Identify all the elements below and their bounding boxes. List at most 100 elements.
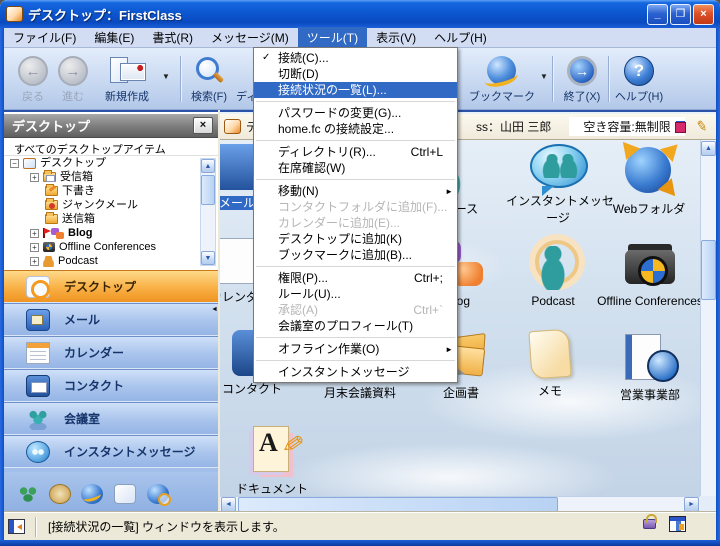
instant-message-icon	[530, 144, 588, 188]
sidebar-close-button[interactable]: ×	[193, 117, 213, 134]
collapse-toggle[interactable]: −	[10, 159, 19, 168]
horizontal-scrollbar[interactable]: ◄ ►	[220, 496, 700, 512]
expand-toggle[interactable]: +	[30, 229, 39, 238]
menu-item-change-password[interactable]: パスワードの変更(G)...	[254, 105, 457, 121]
menu-item-add-to-desktop[interactable]: デスクトップに追加(K)	[254, 231, 457, 247]
scroll-down-button[interactable]: ▼	[201, 251, 215, 265]
app-icon	[6, 6, 23, 22]
globe-mini-icon[interactable]	[81, 484, 103, 504]
expand-toggle[interactable]: +	[30, 243, 39, 252]
tree-item-offline-conferences[interactable]: + Offline Conferences	[4, 240, 218, 254]
group-mini-icon[interactable]	[17, 484, 39, 504]
menu-view[interactable]: 表示(V)	[367, 27, 425, 48]
menu-format[interactable]: 書式(R)	[143, 27, 202, 48]
tree-item-desktop[interactable]: − デスクトップ	[4, 156, 218, 170]
menu-item-offline-work[interactable]: オフライン作業(O)►	[254, 341, 457, 357]
nav-desktop[interactable]: デスクトップ	[4, 270, 218, 303]
desktop-small-icon	[224, 119, 241, 134]
memo-icon	[528, 329, 571, 380]
menu-separator	[256, 266, 455, 267]
search-button[interactable]: 検索(F)	[186, 56, 232, 104]
menu-item-rules[interactable]: ルール(U)...	[254, 286, 457, 302]
menu-item-conference-profile[interactable]: 会議室のプロフィール(T)	[254, 318, 457, 334]
menu-item-directory[interactable]: ディレクトリ(R)...Ctrl+L	[254, 144, 457, 160]
maximize-button[interactable]: ❐	[670, 4, 691, 25]
desktop-item-memo[interactable]: メモ	[495, 330, 605, 399]
window-frame-left	[0, 28, 4, 540]
tree-item-drafts[interactable]: 下書き	[4, 184, 218, 198]
edit-pencil-icon[interactable]: ✎	[695, 117, 710, 136]
sidebar-filter[interactable]: すべてのデスクトップアイテム	[4, 138, 218, 156]
nav-conferences[interactable]: 会議室	[4, 402, 218, 435]
nav-label: デスクトップ	[64, 278, 136, 295]
tree-item-sent[interactable]: 送信箱	[4, 212, 218, 226]
sidebar-collapse-arrow[interactable]: ◄	[211, 306, 218, 313]
scroll-left-button[interactable]: ◄	[221, 497, 236, 512]
expand-toggle[interactable]: +	[30, 257, 39, 266]
new-message-label: 新規作成	[96, 88, 158, 104]
menu-item-disconnect[interactable]: 切断(D)	[254, 66, 457, 82]
documents-mini-icon[interactable]	[114, 484, 136, 504]
new-message-button[interactable]: 新規作成	[96, 56, 158, 104]
stamp-mini-icon[interactable]	[49, 484, 71, 504]
bookmark-button[interactable]: ブックマーク	[468, 56, 536, 104]
scroll-thumb[interactable]	[238, 497, 558, 512]
menu-file[interactable]: ファイル(F)	[4, 27, 85, 48]
desktop-item-sales-division[interactable]: 営業事業部	[595, 330, 705, 403]
layout-icon[interactable]	[669, 516, 686, 532]
menu-help[interactable]: ヘルプ(H)	[425, 27, 496, 48]
tree-item-junk[interactable]: ジャンクメール	[4, 198, 218, 212]
nav-instant-message[interactable]: インスタントメッセージ	[4, 435, 218, 468]
menu-item-instant-message[interactable]: インスタントメッセージ	[254, 364, 457, 380]
menu-item-label: パスワードの変更(G)...	[278, 106, 401, 120]
forward-button: → 進む	[52, 56, 94, 104]
view-mode-icon[interactable]	[675, 121, 688, 133]
vertical-scrollbar[interactable]: ▲ ▼	[700, 140, 716, 512]
lock-icon	[643, 519, 656, 529]
item-label: メモ	[536, 384, 564, 398]
pencil-icon: ✎	[275, 430, 309, 457]
tree-item-inbox[interactable]: + 受信箱	[4, 170, 218, 184]
menu-item-move[interactable]: 移動(N)►	[254, 183, 457, 199]
arrow-part	[658, 178, 682, 202]
titlebar[interactable]: デスクトップ：FirstClass _ ❐ ×	[0, 0, 720, 28]
tree-scrollbar[interactable]: ▲ ▼	[200, 158, 216, 266]
tree-item-podcast[interactable]: + Podcast	[4, 254, 218, 268]
desktop-item-offline-conferences[interactable]: Offline Conferences	[588, 238, 712, 308]
tree-item-blog[interactable]: + Blog	[4, 226, 218, 240]
menu-item-connect[interactable]: ✓接続(C)...	[254, 50, 457, 66]
menu-message[interactable]: メッセージ(M)	[202, 27, 298, 48]
exit-label: 終了(X)	[558, 88, 606, 104]
desktop-item-web-folder[interactable]: Webフォルダ	[594, 144, 704, 217]
tree-label: 送信箱	[62, 212, 95, 226]
web-search-mini-icon[interactable]	[147, 484, 169, 504]
check-icon: ✓	[262, 50, 270, 66]
shortcut-label: Ctrl+;	[414, 270, 443, 286]
desktop-item-documents[interactable]: A ✎ ドキュメント	[220, 422, 327, 497]
scroll-thumb[interactable]	[701, 240, 716, 300]
nav-label: インスタントメッセージ	[64, 443, 196, 460]
nav-mail[interactable]: メール	[4, 303, 218, 336]
nav-contacts[interactable]: コンタクト	[4, 369, 218, 402]
scroll-right-button[interactable]: ►	[684, 497, 699, 512]
scroll-thumb[interactable]	[201, 175, 215, 205]
help-button[interactable]: ? ヘルプ(H)	[614, 56, 664, 104]
bookmark-dropdown-arrow[interactable]: ▼	[540, 72, 548, 81]
close-button[interactable]: ×	[693, 4, 714, 25]
menu-edit[interactable]: 編集(E)	[85, 27, 143, 48]
menu-tools[interactable]: ツール(T)	[298, 27, 367, 48]
exit-button[interactable]: → 終了(X)	[558, 56, 606, 104]
scroll-up-button[interactable]: ▲	[201, 159, 215, 173]
scroll-up-button[interactable]: ▲	[701, 141, 716, 156]
menu-item-connection-status-list[interactable]: 接続状況の一覧(L)...	[254, 82, 457, 98]
menu-item-homefc-connection-settings[interactable]: home.fc の接続設定...	[254, 121, 457, 137]
menu-item-label: home.fc の接続設定...	[278, 122, 394, 136]
menu-item-add-to-bookmarks[interactable]: ブックマークに追加(B)...	[254, 247, 457, 263]
menu-item-presence[interactable]: 在席確認(W)	[254, 160, 457, 176]
menu-item-permissions[interactable]: 権限(P)...Ctrl+;	[254, 270, 457, 286]
new-dropdown-arrow[interactable]: ▼	[162, 72, 170, 81]
minimize-button[interactable]: _	[647, 4, 668, 25]
window-frame-right	[716, 28, 720, 540]
nav-calendar[interactable]: カレンダー	[4, 336, 218, 369]
expand-toggle[interactable]: +	[30, 173, 39, 182]
